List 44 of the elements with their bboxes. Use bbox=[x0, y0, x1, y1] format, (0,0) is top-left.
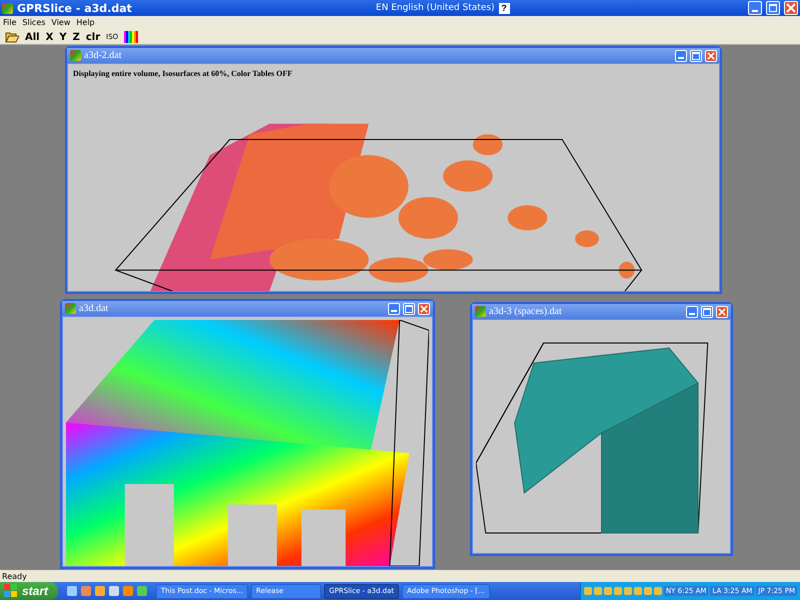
close-button[interactable] bbox=[705, 50, 717, 62]
toolbar-button[interactable]: clr bbox=[84, 30, 102, 44]
toolbar-button[interactable]: All bbox=[23, 30, 42, 44]
app-icon bbox=[2, 2, 13, 14]
help-button[interactable]: ? bbox=[498, 2, 510, 14]
maximize-button[interactable] bbox=[403, 302, 415, 314]
menu-item[interactable]: Slices bbox=[22, 17, 46, 29]
open-folder-button[interactable] bbox=[3, 30, 21, 44]
document-title: a3d.dat bbox=[79, 303, 108, 314]
menu-item[interactable]: View bbox=[51, 17, 70, 29]
quick-launch-icon[interactable] bbox=[123, 586, 134, 596]
minimize-button[interactable] bbox=[388, 302, 400, 314]
toolbar-button[interactable]: X bbox=[44, 30, 56, 44]
minimize-button[interactable] bbox=[686, 306, 698, 318]
document-icon bbox=[475, 306, 486, 317]
toolbar-button[interactable]: Y bbox=[57, 30, 69, 44]
windows-flag-icon bbox=[4, 584, 18, 598]
quick-launch-icon[interactable] bbox=[95, 586, 106, 596]
menu-item[interactable]: File bbox=[3, 17, 16, 29]
status-text: Ready bbox=[2, 572, 27, 580]
menu-item[interactable]: Help bbox=[76, 17, 95, 29]
document-title: a3d-2.dat bbox=[84, 50, 122, 61]
display-caption: Displaying entire volume, Isosurfaces at 60%, Color Tables OFF bbox=[72, 68, 294, 80]
color-table-button[interactable] bbox=[122, 30, 140, 44]
document-icon bbox=[70, 50, 81, 61]
document-window[interactable]: a3d-2.dat Displaying entire volume, Isosurfaces at 60%, Color Tables OFF bbox=[65, 46, 722, 294]
toolbar-button[interactable]: Z bbox=[70, 30, 82, 44]
maximize-button[interactable] bbox=[690, 50, 702, 62]
quick-launch-icon[interactable] bbox=[67, 586, 78, 596]
close-button[interactable] bbox=[716, 306, 728, 318]
minimize-button[interactable] bbox=[748, 1, 762, 15]
language-indicator[interactable]: EN English (United States) bbox=[376, 3, 495, 13]
close-button[interactable] bbox=[418, 302, 430, 314]
maximize-button[interactable] bbox=[701, 306, 713, 318]
close-button[interactable] bbox=[784, 1, 798, 15]
document-title: a3d-3 (spaces).dat bbox=[489, 306, 562, 317]
restore-button[interactable] bbox=[766, 1, 780, 15]
quick-launch-icon[interactable] bbox=[109, 586, 120, 596]
quick-launch-icon[interactable] bbox=[81, 586, 92, 596]
start-button[interactable]: start bbox=[0, 582, 58, 600]
quick-launch-icon[interactable] bbox=[137, 586, 148, 596]
window-title: GPRSlice - a3d.dat bbox=[17, 2, 132, 14]
document-icon bbox=[65, 303, 76, 314]
minimize-button[interactable] bbox=[675, 50, 687, 62]
